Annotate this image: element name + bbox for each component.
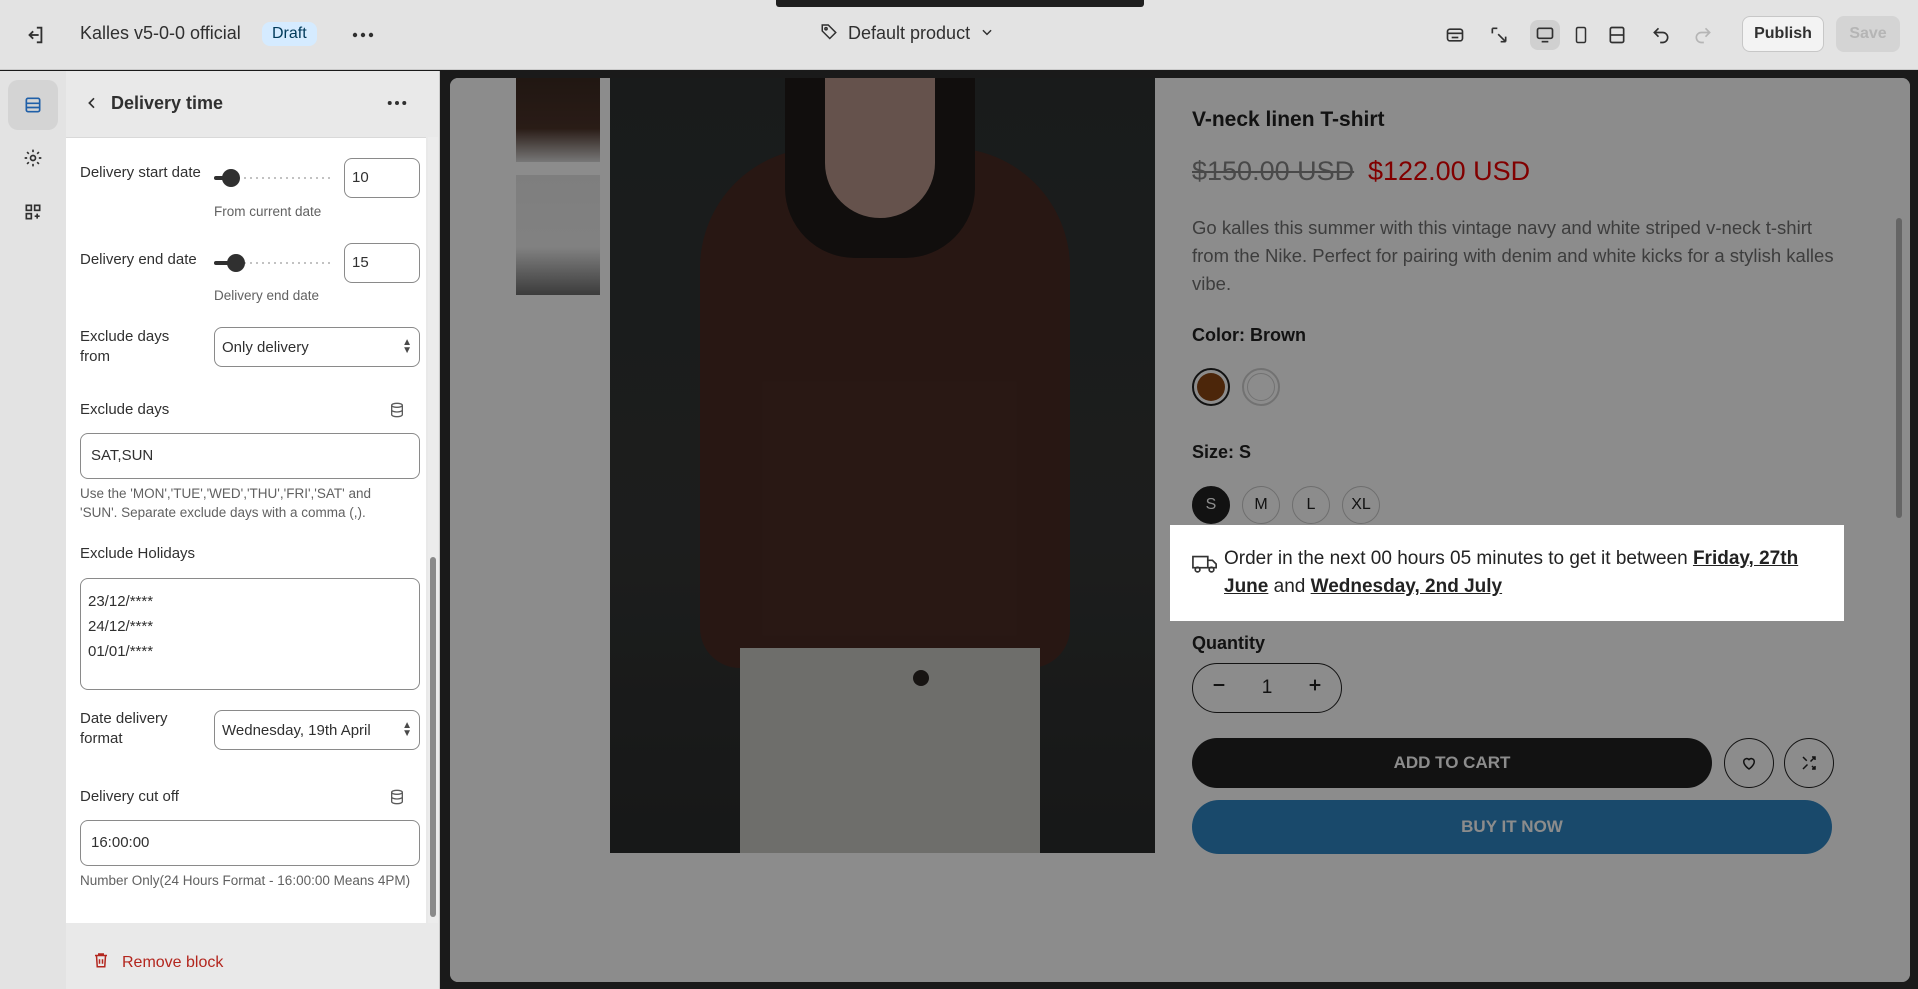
exclude-holidays-textarea[interactable]: 23/12/**** 24/12/**** 01/01/**** [80,578,420,690]
plus-icon[interactable] [1307,677,1323,699]
tag-icon [820,22,838,45]
remove-block-label: Remove block [122,953,224,971]
product-thumbnail[interactable] [516,175,600,295]
heart-icon[interactable] [1724,738,1774,788]
delivery-date-end: Wednesday, 2nd July [1310,576,1503,597]
start-date-help: From current date [214,204,322,219]
template-label: Default product [848,23,971,43]
quantity-label: Quantity [1192,633,1266,653]
size-label: Size: S [1192,442,1252,462]
date-format-label: Date delivery format [80,710,168,747]
start-date-input[interactable]: 10 [344,158,420,198]
scrollbar-thumb[interactable] [430,557,436,917]
template-selector[interactable]: Default product [820,22,994,45]
holiday-line: 23/12/**** [88,593,154,610]
desktop-icon[interactable] [1530,20,1560,50]
end-date-help: Delivery end date [214,288,320,303]
publish-button[interactable]: Publish [1742,16,1824,52]
holiday-line: 01/01/**** [88,643,154,660]
exclude-days-input[interactable]: SAT,SUN [80,433,420,479]
add-to-cart-button[interactable]: ADD TO CART [1192,738,1712,788]
top-bar: Kalles v5-0-0 official Draft Default pro… [0,0,1918,70]
color-swatch-white[interactable] [1242,368,1280,406]
more-icon[interactable] [350,22,376,48]
mobile-icon[interactable] [1566,20,1596,50]
cut-off-help: Number Only(24 Hours Format - 16:00:00 M… [80,873,411,888]
product-title: V-neck linen T-shirt [1192,108,1385,131]
color-swatch-brown[interactable] [1192,368,1230,406]
slider-knob[interactable] [222,169,240,187]
size-option[interactable]: XL [1342,486,1380,524]
settings-panel: Delivery start date 10 From current date… [66,137,426,923]
save-button[interactable]: Save [1836,16,1900,52]
size-option[interactable]: L [1292,486,1330,524]
end-date-input[interactable]: 15 [344,243,420,283]
fullwidth-icon[interactable] [1602,20,1632,50]
quantity-value: 1 [1261,677,1273,698]
exit-icon[interactable] [22,22,48,48]
product-preview: V-neck linen T-shirt $150.00 USD $122.00… [450,78,1910,982]
exclude-from-value: Only delivery [222,338,309,356]
exclude-from-select[interactable]: Only delivery ▲ ▼ [214,327,420,367]
store-name: Kalles v5-0-0 official [80,23,241,43]
chevron-down-icon [980,23,994,44]
price-sale: $122.00 USD [1368,156,1531,186]
size-option[interactable]: S [1192,486,1230,524]
buy-now-button[interactable]: BUY IT NOW [1192,800,1832,854]
price-compare: $150.00 USD [1192,156,1355,186]
holiday-line: 24/12/**** [88,618,154,635]
preview-scrollbar[interactable] [1896,218,1902,518]
product-description: Go kalles this summer with this vintage … [1192,217,1834,294]
inspector-icon[interactable] [1484,20,1514,50]
start-date-label: Delivery start date [80,164,201,181]
date-format-value: Wednesday, 19th April [222,721,371,739]
delivery-time-block[interactable]: Order in the next 00 hours 05 minutes to… [1170,525,1844,621]
delivery-text: and [1273,576,1306,597]
sidebar-header: Delivery time [66,71,440,135]
trash-icon [92,951,110,974]
remove-block-button[interactable]: Remove block [92,951,223,974]
status-badge: Draft [262,22,317,46]
date-format-select[interactable]: Wednesday, 19th April ▲ ▼ [214,710,420,750]
database-icon[interactable] [389,401,407,419]
exclude-days-label: Exclude days [80,401,170,418]
quantity-stepper[interactable]: 1 [1192,663,1342,713]
truck-icon [1192,553,1218,580]
color-label: Color: Brown [1192,325,1306,345]
delivery-message: Order in the next 00 hours 05 minutes to… [1224,545,1824,601]
database-icon[interactable] [389,788,407,806]
end-date-label: Delivery end date [80,251,197,268]
slider-knob[interactable] [227,254,245,272]
chevron-up-down-icon: ▲ ▼ [402,720,412,739]
delivery-text: Order in the next 00 hours 05 minutes to… [1224,548,1688,569]
sidebar-title: Delivery time [111,93,224,113]
cut-off-label: Delivery cut off [80,788,179,805]
apps-icon[interactable] [8,187,58,237]
left-rail [0,71,66,989]
chevron-up-down-icon: ▲ ▼ [402,337,412,356]
end-date-slider[interactable] [214,253,334,273]
exclude-from-label: Exclude days from [80,328,170,365]
product-thumbnail[interactable] [516,78,600,162]
size-option[interactable]: M [1242,486,1280,524]
sections-icon[interactable] [8,80,58,130]
back-icon[interactable] [78,89,106,117]
product-image [610,78,1155,853]
cut-off-input[interactable]: 16:00:00 [80,820,420,866]
more-icon[interactable] [382,89,412,117]
settings-icon[interactable] [8,133,58,183]
sidebar-scrollbar[interactable] [428,137,438,923]
undo-icon[interactable] [1646,20,1676,50]
exclude-holidays-label: Exclude Holidays [80,545,196,562]
store-icon[interactable] [1440,20,1470,50]
redo-icon [1688,20,1718,50]
exclude-days-help: Use the 'MON','TUE','WED','THU','FRI','S… [80,486,371,520]
minus-icon[interactable] [1211,677,1227,699]
compare-icon[interactable] [1784,738,1834,788]
loading-bar [776,0,1144,7]
settings-sidebar: Delivery time Delivery start date 10 Fro… [66,71,440,989]
start-date-slider[interactable] [214,168,334,188]
